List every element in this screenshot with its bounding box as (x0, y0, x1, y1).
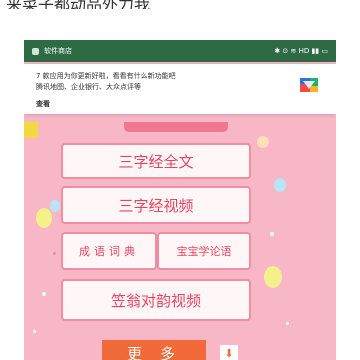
balloon-decoration (274, 178, 286, 192)
confetti-dot (270, 232, 274, 236)
balloon-decoration (264, 266, 282, 288)
notification-message: 7 款应用为你更新好啦，看看有什么新功能吧 (36, 72, 176, 80)
confetti-dot (33, 330, 36, 333)
balloon-decoration (257, 136, 269, 148)
app-store-logo-icon (296, 72, 322, 98)
rhymes-video-button[interactable]: 笠翁对韵视频 (61, 279, 251, 321)
notification-view-button[interactable]: 查看 (36, 99, 50, 109)
video-button[interactable]: 三字经视频 (61, 186, 251, 224)
confetti-dot (53, 252, 56, 255)
status-bar: 软件商店 ✱ ⊙ ≋ HD ▮▮ ▭ (24, 40, 336, 62)
notification-apps: 腾讯地图、企业银行、大众点评等 (36, 83, 141, 91)
yellow-tag (24, 122, 38, 138)
more-button[interactable]: 更多 (102, 340, 206, 360)
balloon-decoration (50, 200, 60, 212)
idiom-dictionary-button[interactable]: 成语词典 (61, 232, 157, 270)
confetti-dot (42, 292, 46, 296)
page-top-text: 来菜子都动品外力我 (0, 0, 360, 9)
status-app-name: 软件商店 (44, 47, 72, 55)
confetti-dot (286, 322, 289, 325)
analects-button[interactable]: 宝宝学论语 (157, 232, 251, 270)
header-strip (124, 122, 228, 132)
download-arrow-icon[interactable]: ⬇ (220, 345, 238, 360)
phone-screen: 软件商店 ✱ ⊙ ≋ HD ▮▮ ▭ 7 款应用为你更新好啦，看看有什么新功能吧… (24, 40, 336, 360)
update-notification[interactable]: 7 款应用为你更新好啦，看看有什么新功能吧 腾讯地图、企业银行、大众点评等 查看 (24, 64, 336, 114)
status-indicators: ✱ ⊙ ≋ HD ▮▮ ▭ (274, 47, 328, 55)
app-store-icon (32, 47, 39, 55)
balloon-decoration (36, 208, 52, 228)
full-text-button[interactable]: 三字经全文 (61, 143, 251, 179)
